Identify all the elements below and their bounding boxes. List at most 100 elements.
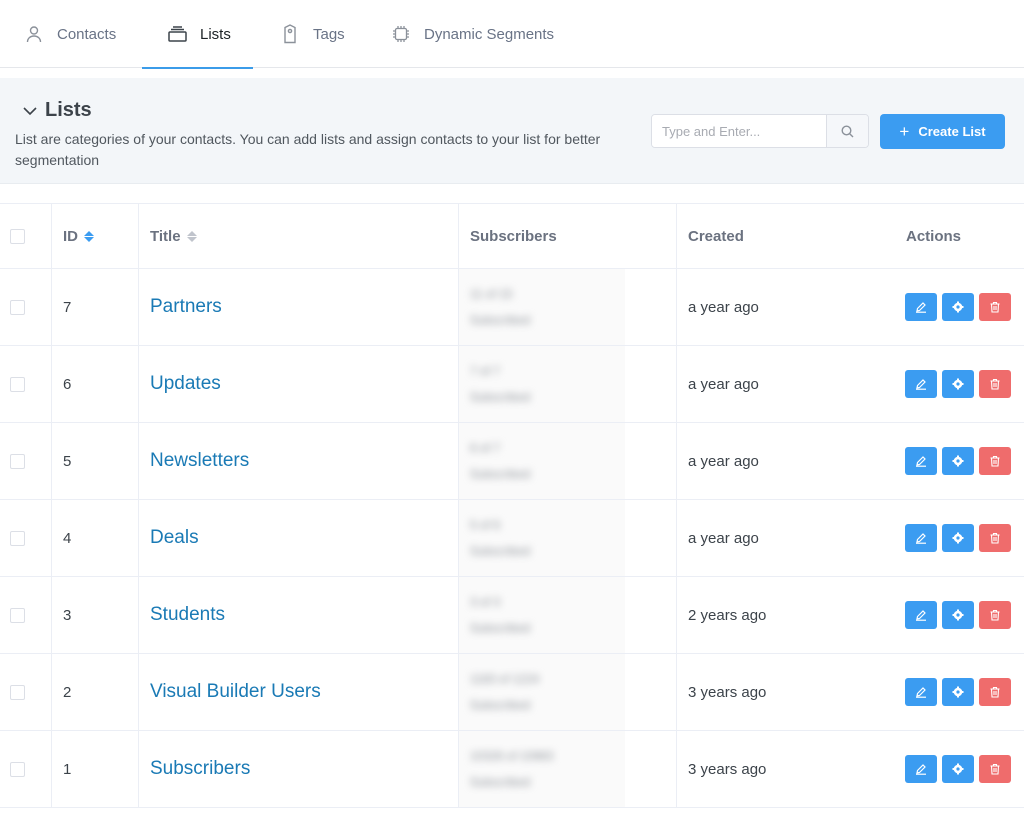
sort-icon[interactable] <box>84 230 94 242</box>
settings-button[interactable] <box>942 524 974 552</box>
list-title-link[interactable]: Newsletters <box>150 450 249 472</box>
list-title-link[interactable]: Partners <box>150 296 222 318</box>
table-row: 2 Visual Builder Users 1183 of 1224 Subs… <box>0 654 1024 731</box>
edit-button[interactable] <box>905 678 937 706</box>
row-id: 6 <box>63 375 72 393</box>
plus-icon: + <box>899 122 910 141</box>
trash-icon <box>989 532 1001 544</box>
row-checkbox[interactable] <box>10 761 25 777</box>
table-row: 6 Updates 7 of 7 Subscribed a year ago <box>0 346 1024 423</box>
subscribers-count: 3 of 3 <box>470 595 501 609</box>
settings-button[interactable] <box>942 293 974 321</box>
settings-button[interactable] <box>942 447 974 475</box>
list-title-link[interactable]: Visual Builder Users <box>150 681 321 703</box>
header-subscribers: Subscribers <box>470 227 557 245</box>
trash-icon <box>989 609 1001 621</box>
edit-icon <box>915 609 927 621</box>
created-time: 3 years ago <box>688 683 767 701</box>
top-tabs: Contacts Lists Tags Dynamic Segments <box>0 0 1024 69</box>
settings-button[interactable] <box>942 370 974 398</box>
subscribers-status: Subscribed <box>470 390 531 404</box>
edit-button[interactable] <box>905 293 937 321</box>
row-actions <box>905 423 1016 499</box>
create-list-label: Create List <box>918 124 986 139</box>
tab-contacts[interactable]: Contacts <box>24 0 116 68</box>
row-checkbox[interactable] <box>10 607 25 623</box>
subscribers-count: 6 of 7 <box>470 441 501 455</box>
created-time: a year ago <box>688 298 759 316</box>
row-id: 1 <box>63 760 72 778</box>
section-title-toggle[interactable]: Lists <box>22 99 92 122</box>
subscribers-count: 5 of 6 <box>470 518 501 532</box>
sort-icon[interactable] <box>186 230 197 242</box>
created-time: a year ago <box>688 452 759 470</box>
row-checkbox[interactable] <box>10 684 25 700</box>
row-id: 4 <box>63 529 72 547</box>
user-icon <box>24 24 44 44</box>
delete-button[interactable] <box>979 293 1011 321</box>
edit-icon <box>915 301 927 313</box>
gear-icon <box>952 532 964 544</box>
tab-label: Tags <box>313 25 345 43</box>
tab-lists[interactable]: Lists <box>142 0 253 69</box>
delete-button[interactable] <box>979 370 1011 398</box>
delete-button[interactable] <box>979 601 1011 629</box>
row-id: 7 <box>63 298 72 316</box>
chevron-down-icon <box>22 103 38 119</box>
delete-button[interactable] <box>979 447 1011 475</box>
settings-button[interactable] <box>942 755 974 783</box>
list-title-link[interactable]: Students <box>150 604 225 626</box>
settings-button[interactable] <box>942 678 974 706</box>
edit-button[interactable] <box>905 370 937 398</box>
subscribers-count: 1183 of 1224 <box>470 672 540 686</box>
search-input[interactable] <box>652 115 826 147</box>
search-button[interactable] <box>826 115 868 147</box>
trash-icon <box>989 301 1001 313</box>
gear-icon <box>952 301 964 313</box>
header-title[interactable]: Title <box>150 204 197 268</box>
subscribers-count: 11 of 15 <box>470 287 513 301</box>
row-checkbox[interactable] <box>10 299 25 315</box>
trash-icon <box>989 455 1001 467</box>
tab-dynamic-segments[interactable]: Dynamic Segments <box>391 0 554 68</box>
settings-button[interactable] <box>942 601 974 629</box>
subscribers-count: 7 of 7 <box>470 364 501 378</box>
row-actions <box>905 731 1016 807</box>
gear-icon <box>952 763 964 775</box>
edit-button[interactable] <box>905 524 937 552</box>
edit-icon <box>915 763 927 775</box>
subscribers-status: Subscribed <box>470 775 531 789</box>
table-row: 3 Students 3 of 3 Subscribed 2 years ago <box>0 577 1024 654</box>
edit-button[interactable] <box>905 447 937 475</box>
select-all-checkbox[interactable] <box>10 228 25 244</box>
created-time: 3 years ago <box>688 760 767 778</box>
lists-table: ID Title Subscribers Created Actions 7 P… <box>0 203 1024 808</box>
delete-button[interactable] <box>979 678 1011 706</box>
create-list-button[interactable]: + Create List <box>880 114 1005 149</box>
edit-button[interactable] <box>905 755 937 783</box>
gear-icon <box>952 378 964 390</box>
list-stack-icon <box>167 24 187 44</box>
row-id: 3 <box>63 606 72 624</box>
subscribers-status: Subscribed <box>470 313 531 327</box>
edit-button[interactable] <box>905 601 937 629</box>
select-all-checkbox-cell <box>10 204 25 268</box>
edit-icon <box>915 532 927 544</box>
row-actions <box>905 577 1016 653</box>
trash-icon <box>989 686 1001 698</box>
tab-label: Lists <box>200 25 231 43</box>
tab-tags[interactable]: Tags <box>280 0 345 68</box>
tab-label: Contacts <box>57 25 117 43</box>
subscribers-status: Subscribed <box>470 544 531 558</box>
section-header: Lists List are categories of your contac… <box>0 78 1024 184</box>
list-title-link[interactable]: Updates <box>150 373 221 395</box>
delete-button[interactable] <box>979 524 1011 552</box>
list-title-link[interactable]: Subscribers <box>150 758 250 780</box>
header-id-label: ID <box>63 227 78 245</box>
header-id[interactable]: ID <box>63 204 94 268</box>
row-checkbox[interactable] <box>10 376 25 392</box>
list-title-link[interactable]: Deals <box>150 527 199 549</box>
row-checkbox[interactable] <box>10 530 25 546</box>
row-checkbox[interactable] <box>10 453 25 469</box>
delete-button[interactable] <box>979 755 1011 783</box>
